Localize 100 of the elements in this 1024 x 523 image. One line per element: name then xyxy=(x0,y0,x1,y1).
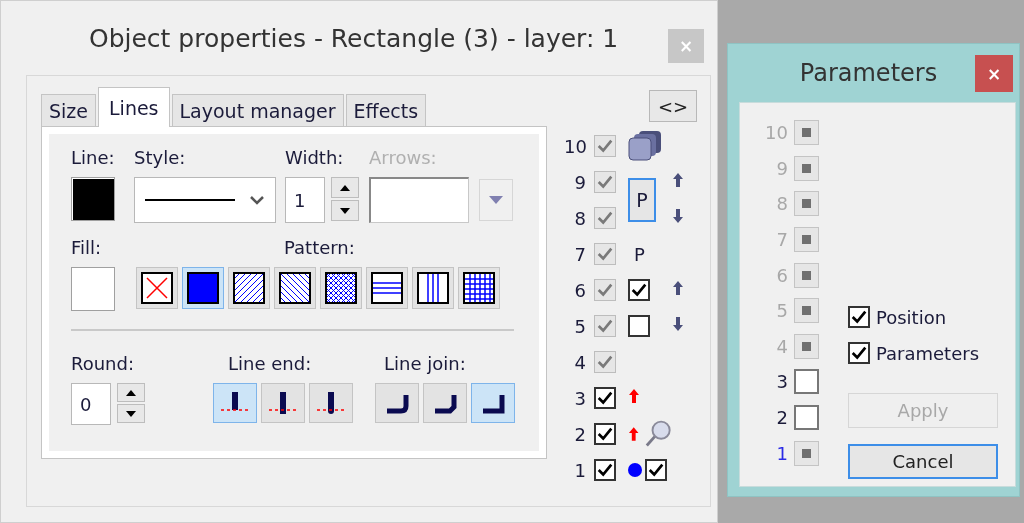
up-arrow-icon xyxy=(628,426,640,442)
spin-up-button[interactable] xyxy=(117,383,145,402)
pattern-icon xyxy=(463,272,495,304)
checkbox-label: Parameters xyxy=(876,342,980,364)
pattern-icon xyxy=(371,272,403,304)
layer-number: 8 xyxy=(573,207,587,229)
pattern-button[interactable] xyxy=(320,267,362,309)
up-arrow-icon xyxy=(672,172,684,188)
pattern-icon xyxy=(141,272,173,304)
down-arrow-icon xyxy=(672,316,684,332)
fill-color-swatch[interactable] xyxy=(71,267,115,311)
dot-icon xyxy=(628,463,642,477)
arrows-field[interactable] xyxy=(369,177,469,223)
triangle-down-icon xyxy=(340,207,350,214)
layer-number: 7 xyxy=(775,229,789,251)
field-label: Line join: xyxy=(384,353,467,376)
field-label: Fill: xyxy=(71,237,103,260)
tab[interactable]: Effects xyxy=(345,94,427,126)
line-sample-icon xyxy=(145,198,235,202)
tab[interactable]: Lines xyxy=(98,87,170,127)
triangle-down-icon xyxy=(126,410,136,417)
pattern-button[interactable] xyxy=(458,267,500,309)
round-input[interactable]: 0 xyxy=(71,383,111,425)
spin-down-button[interactable] xyxy=(331,200,359,221)
layer-number: 1 xyxy=(573,459,587,481)
line-end-button[interactable] xyxy=(309,383,353,423)
layer-number: 8 xyxy=(775,193,789,215)
magnifier-icon[interactable] xyxy=(643,419,672,449)
toggle-button[interactable]: <> xyxy=(649,90,697,122)
line-join-button[interactable] xyxy=(471,383,515,423)
pattern-button[interactable] xyxy=(366,267,408,309)
dialog-button[interactable]: Cancel xyxy=(848,444,998,479)
field-label: Pattern: xyxy=(284,237,356,260)
layer-number: 4 xyxy=(573,351,587,373)
window-title: Parameters xyxy=(799,59,938,87)
layer-number: 10 xyxy=(764,122,789,144)
field-label: Arrows: xyxy=(369,147,438,170)
checkbox[interactable] xyxy=(848,342,870,364)
checkbox[interactable] xyxy=(848,306,870,328)
pattern-button[interactable] xyxy=(136,267,178,309)
layer-checkbox[interactable] xyxy=(794,405,819,431)
checkbox[interactable] xyxy=(628,279,650,301)
triangle-up-icon xyxy=(340,184,350,191)
pattern-button[interactable] xyxy=(228,267,270,309)
pattern-button[interactable] xyxy=(412,267,454,309)
tab[interactable]: Layout manager xyxy=(171,94,344,126)
layer-number: 3 xyxy=(573,387,587,409)
checkbox[interactable] xyxy=(645,459,667,481)
triangle-up-icon xyxy=(126,389,136,396)
layer-number: 3 xyxy=(775,371,789,393)
line-end-button[interactable] xyxy=(261,383,305,423)
close-button[interactable]: × xyxy=(975,55,1013,92)
up-arrow-icon xyxy=(672,280,684,296)
field-label: Line end: xyxy=(228,353,313,376)
width-input[interactable]: 1 xyxy=(285,177,325,223)
window-title: Object properties - Rectangle (3) - layer: 1 xyxy=(89,23,619,53)
pattern-button[interactable] xyxy=(274,267,316,309)
p-label: P xyxy=(633,243,646,265)
layer-number: 5 xyxy=(775,300,789,322)
down-arrow-icon xyxy=(672,208,684,224)
layer-number: 1 xyxy=(775,442,789,464)
tab[interactable]: Size xyxy=(41,94,96,126)
layer-number: 10 xyxy=(564,135,588,157)
layer-number: 7 xyxy=(573,243,587,265)
field-label: Round: xyxy=(71,353,136,376)
line-end-icon xyxy=(316,390,346,416)
spin-down-button[interactable] xyxy=(117,404,145,423)
line-join-button[interactable] xyxy=(375,383,419,423)
pattern-button[interactable] xyxy=(182,267,224,309)
up-arrow-icon xyxy=(628,388,640,404)
line-join-button[interactable] xyxy=(423,383,467,423)
layer-number: 9 xyxy=(573,171,587,193)
layer-number: 9 xyxy=(775,157,789,179)
checkbox-label: Position xyxy=(876,306,947,328)
layer-checkbox[interactable] xyxy=(794,369,819,395)
layer-number: 2 xyxy=(573,423,587,445)
spin-up-button[interactable] xyxy=(331,177,359,198)
pattern-icon xyxy=(325,272,357,304)
checkbox[interactable] xyxy=(628,315,650,337)
pattern-icon xyxy=(417,272,449,304)
field-label: Width: xyxy=(285,147,345,170)
line-style-dropdown[interactable] xyxy=(134,177,276,223)
field-label: Line: xyxy=(71,147,116,170)
layer-checkbox[interactable] xyxy=(594,387,616,409)
layer-checkbox[interactable] xyxy=(594,423,616,445)
layer-checkbox[interactable] xyxy=(594,459,616,481)
layer-number: 5 xyxy=(573,315,587,337)
line-end-button[interactable] xyxy=(213,383,257,423)
p-toggle-button[interactable]: P xyxy=(628,178,656,222)
layer-number: 2 xyxy=(775,407,789,429)
pattern-icon xyxy=(279,272,311,304)
pattern-icon xyxy=(187,272,219,304)
dropdown-button[interactable] xyxy=(479,179,513,221)
layers-icon[interactable] xyxy=(628,130,664,162)
line-end-icon xyxy=(268,390,298,416)
line-color-swatch[interactable] xyxy=(71,177,115,221)
pattern-icon xyxy=(233,272,265,304)
layer-number: 4 xyxy=(775,335,789,357)
layer-number: 6 xyxy=(775,264,789,286)
triangle-down-icon xyxy=(489,196,503,204)
